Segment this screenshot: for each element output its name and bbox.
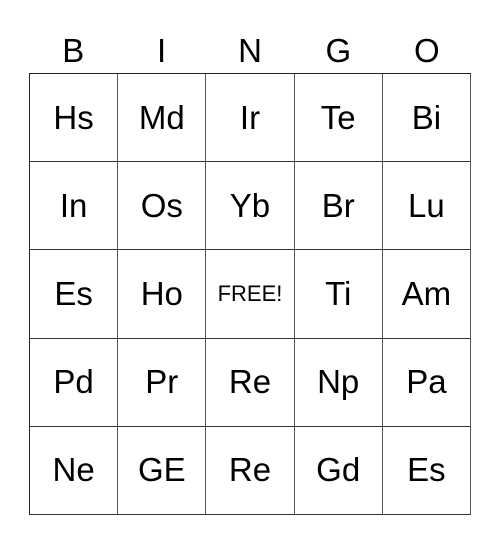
bingo-cell[interactable]: Te (294, 74, 383, 163)
bingo-cell[interactable]: Hs (30, 74, 119, 163)
bingo-cell[interactable]: Os (118, 162, 207, 251)
bingo-cell[interactable]: Gd (294, 426, 383, 515)
bingo-cell[interactable]: Bi (382, 74, 471, 163)
bingo-cell[interactable]: Re (206, 338, 295, 427)
bingo-cell[interactable]: Pd (30, 338, 119, 427)
header-letter-o: O (413, 32, 440, 69)
free-space-cell[interactable]: FREE! (206, 250, 295, 339)
bingo-cell[interactable]: Pr (118, 338, 207, 427)
bingo-header: B I N G O (29, 30, 471, 72)
bingo-cell[interactable]: Yb (206, 162, 295, 251)
bingo-cell[interactable]: Es (382, 426, 471, 515)
bingo-grid: Hs Md Ir Te Bi In Os Yb Br Lu Es Ho FREE… (29, 73, 471, 515)
bingo-cell[interactable]: In (30, 162, 119, 251)
bingo-cell[interactable]: Pa (382, 338, 471, 427)
bingo-cell[interactable]: Br (294, 162, 383, 251)
bingo-cell[interactable]: Es (30, 250, 119, 339)
header-letter-g: G (325, 32, 352, 69)
bingo-cell[interactable]: Ne (30, 426, 119, 515)
header-letter-n: N (238, 32, 262, 69)
header-letter-b: B (62, 32, 85, 69)
header-letter-i: I (157, 32, 167, 69)
bingo-cell[interactable]: Np (294, 338, 383, 427)
bingo-cell[interactable]: Ir (206, 74, 295, 163)
bingo-cell[interactable]: GE (118, 426, 207, 515)
bingo-cell[interactable]: Am (382, 250, 471, 339)
bingo-cell[interactable]: Re (206, 426, 295, 515)
bingo-cell[interactable]: Lu (382, 162, 471, 251)
bingo-cell[interactable]: Ti (294, 250, 383, 339)
bingo-cell[interactable]: Md (118, 74, 207, 163)
bingo-cell[interactable]: Ho (118, 250, 207, 339)
